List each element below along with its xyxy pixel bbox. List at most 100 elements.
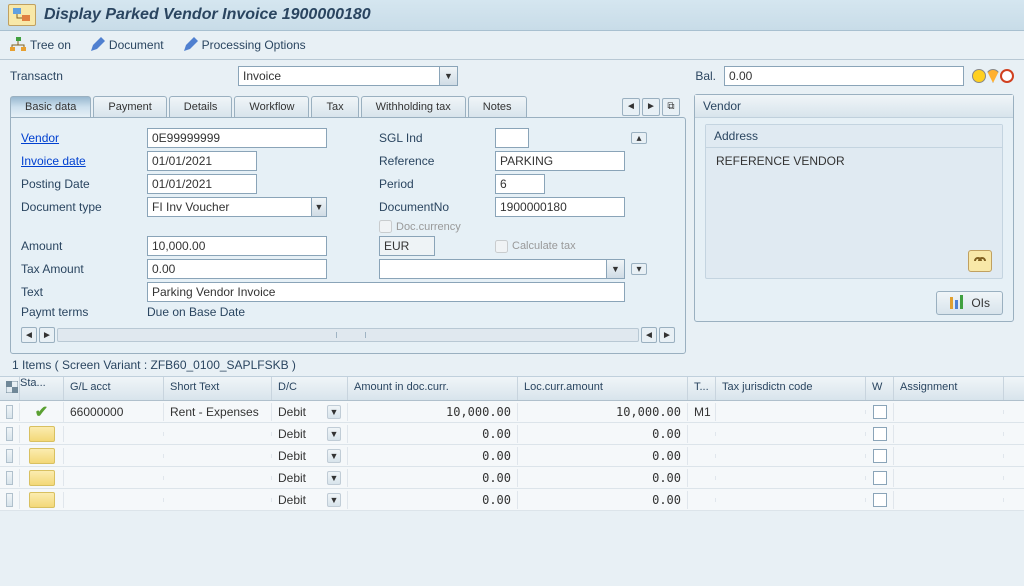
tax-code-input[interactable] xyxy=(379,259,607,279)
ois-button[interactable]: OIs xyxy=(936,291,1003,315)
tab-list-button[interactable]: ⧉ xyxy=(662,98,680,116)
row-selector[interactable] xyxy=(0,403,20,421)
gl-cell[interactable] xyxy=(64,476,164,480)
dropdown-icon[interactable]: ▼ xyxy=(440,66,458,86)
tax-jurisdiction-cell[interactable] xyxy=(716,476,866,480)
dc-cell[interactable]: Debit▼ xyxy=(272,403,348,421)
tab-withholding-tax[interactable]: Withholding tax xyxy=(361,96,466,117)
reference-field[interactable] xyxy=(495,151,625,171)
amount-field[interactable] xyxy=(147,236,327,256)
w-cell[interactable] xyxy=(866,425,894,443)
loc-amount-cell[interactable]: 0.00 xyxy=(518,491,688,509)
tab-details[interactable]: Details xyxy=(169,96,233,117)
invoice-date-label[interactable]: Invoice date xyxy=(21,154,141,168)
table-row[interactable]: Debit▼0.000.00 xyxy=(0,423,1024,445)
t-cell[interactable]: M1 xyxy=(688,403,716,421)
invoice-date-field[interactable] xyxy=(147,151,257,171)
vendor-field[interactable] xyxy=(147,128,327,148)
tab-prev-button[interactable]: ◄ xyxy=(622,98,640,116)
loc-amount-cell[interactable]: 0.00 xyxy=(518,425,688,443)
transactn-input[interactable] xyxy=(238,66,440,86)
header-dc[interactable]: D/C xyxy=(272,377,348,400)
header-tax-jurisdiction[interactable]: Tax jurisdictn code xyxy=(716,377,866,400)
assignment-cell[interactable] xyxy=(894,432,1004,436)
processing-options-button[interactable]: Processing Options xyxy=(182,37,306,53)
documentno-field[interactable] xyxy=(495,197,625,217)
t-cell[interactable] xyxy=(688,454,716,458)
header-loc[interactable]: Loc.curr.amount xyxy=(518,377,688,400)
tax-code-field[interactable]: ▼ xyxy=(379,259,625,279)
w-cell[interactable] xyxy=(866,469,894,487)
row-selector[interactable] xyxy=(0,491,20,509)
header-t[interactable]: T... xyxy=(688,377,716,400)
dc-cell[interactable]: Debit▼ xyxy=(272,425,348,443)
gl-cell[interactable] xyxy=(64,432,164,436)
tab-basic-data[interactable]: Basic data xyxy=(10,96,91,117)
assignment-cell[interactable] xyxy=(894,454,1004,458)
dc-cell[interactable]: Debit▼ xyxy=(272,469,348,487)
row-selector[interactable] xyxy=(0,425,20,443)
table-row[interactable]: Debit▼0.000.00 xyxy=(0,489,1024,511)
table-row[interactable]: ✔66000000Rent - ExpensesDebit▼10,000.001… xyxy=(0,401,1024,423)
dc-cell[interactable]: Debit▼ xyxy=(272,491,348,509)
tax-jurisdiction-cell[interactable] xyxy=(716,498,866,502)
tab-notes[interactable]: Notes xyxy=(468,96,527,117)
dropdown-icon[interactable]: ▼ xyxy=(312,197,327,217)
short-text-cell[interactable] xyxy=(164,432,272,436)
assignment-cell[interactable] xyxy=(894,476,1004,480)
loc-amount-cell[interactable]: 0.00 xyxy=(518,469,688,487)
loc-amount-cell[interactable]: 0.00 xyxy=(518,447,688,465)
w-cell[interactable] xyxy=(866,447,894,465)
scroll-track[interactable] xyxy=(57,328,639,342)
posting-date-field[interactable] xyxy=(147,174,257,194)
period-field[interactable] xyxy=(495,174,545,194)
transactn-field[interactable]: ▼ xyxy=(238,66,458,86)
t-cell[interactable] xyxy=(688,476,716,480)
w-cell[interactable] xyxy=(866,491,894,509)
short-text-cell[interactable] xyxy=(164,498,272,502)
amount-cell[interactable]: 10,000.00 xyxy=(348,403,518,421)
gl-cell[interactable]: 66000000 xyxy=(64,403,164,421)
amount-cell[interactable]: 0.00 xyxy=(348,425,518,443)
tree-on-button[interactable]: Tree on xyxy=(10,37,71,53)
dropdown-icon[interactable]: ▼ xyxy=(607,259,625,279)
document-type-input[interactable] xyxy=(147,197,312,217)
header-w[interactable]: W xyxy=(866,377,894,400)
panel-scroll[interactable]: ◄ ► ◄ ► xyxy=(21,327,675,343)
short-text-cell[interactable] xyxy=(164,454,272,458)
short-text-cell[interactable] xyxy=(164,476,272,480)
header-amount[interactable]: Amount in doc.curr. xyxy=(348,377,518,400)
tab-next-button[interactable]: ► xyxy=(642,98,660,116)
header-short-text[interactable]: Short Text xyxy=(164,377,272,400)
select-all-header[interactable] xyxy=(0,377,20,400)
row-selector[interactable] xyxy=(0,469,20,487)
tax-amount-field[interactable] xyxy=(147,259,327,279)
tab-workflow[interactable]: Workflow xyxy=(234,96,309,117)
assignment-cell[interactable] xyxy=(894,498,1004,502)
header-status[interactable]: Sta... xyxy=(20,377,64,400)
tax-jurisdiction-cell[interactable] xyxy=(716,454,866,458)
gl-cell[interactable] xyxy=(64,454,164,458)
scroll-left-button[interactable]: ◄ xyxy=(21,327,37,343)
text-field[interactable] xyxy=(147,282,625,302)
table-row[interactable]: Debit▼0.000.00 xyxy=(0,445,1024,467)
scroll-left-button-2[interactable]: ◄ xyxy=(641,327,657,343)
amount-cell[interactable]: 0.00 xyxy=(348,447,518,465)
scroll-right-button[interactable]: ► xyxy=(39,327,55,343)
t-cell[interactable] xyxy=(688,498,716,502)
vendor-link-button[interactable] xyxy=(968,250,992,272)
gl-cell[interactable] xyxy=(64,498,164,502)
w-cell[interactable] xyxy=(866,403,894,421)
scroll-down-button[interactable]: ▾ xyxy=(631,263,647,275)
table-row[interactable]: Debit▼0.000.00 xyxy=(0,467,1024,489)
assignment-cell[interactable] xyxy=(894,410,1004,414)
scroll-up-button[interactable]: ▴ xyxy=(631,132,647,144)
row-selector[interactable] xyxy=(0,447,20,465)
amount-cell[interactable]: 0.00 xyxy=(348,491,518,509)
sgl-field[interactable] xyxy=(495,128,529,148)
dc-cell[interactable]: Debit▼ xyxy=(272,447,348,465)
document-button[interactable]: Document xyxy=(89,37,164,53)
amount-cell[interactable]: 0.00 xyxy=(348,469,518,487)
document-type-field[interactable]: ▼ xyxy=(147,197,327,217)
tab-tax[interactable]: Tax xyxy=(311,96,358,117)
